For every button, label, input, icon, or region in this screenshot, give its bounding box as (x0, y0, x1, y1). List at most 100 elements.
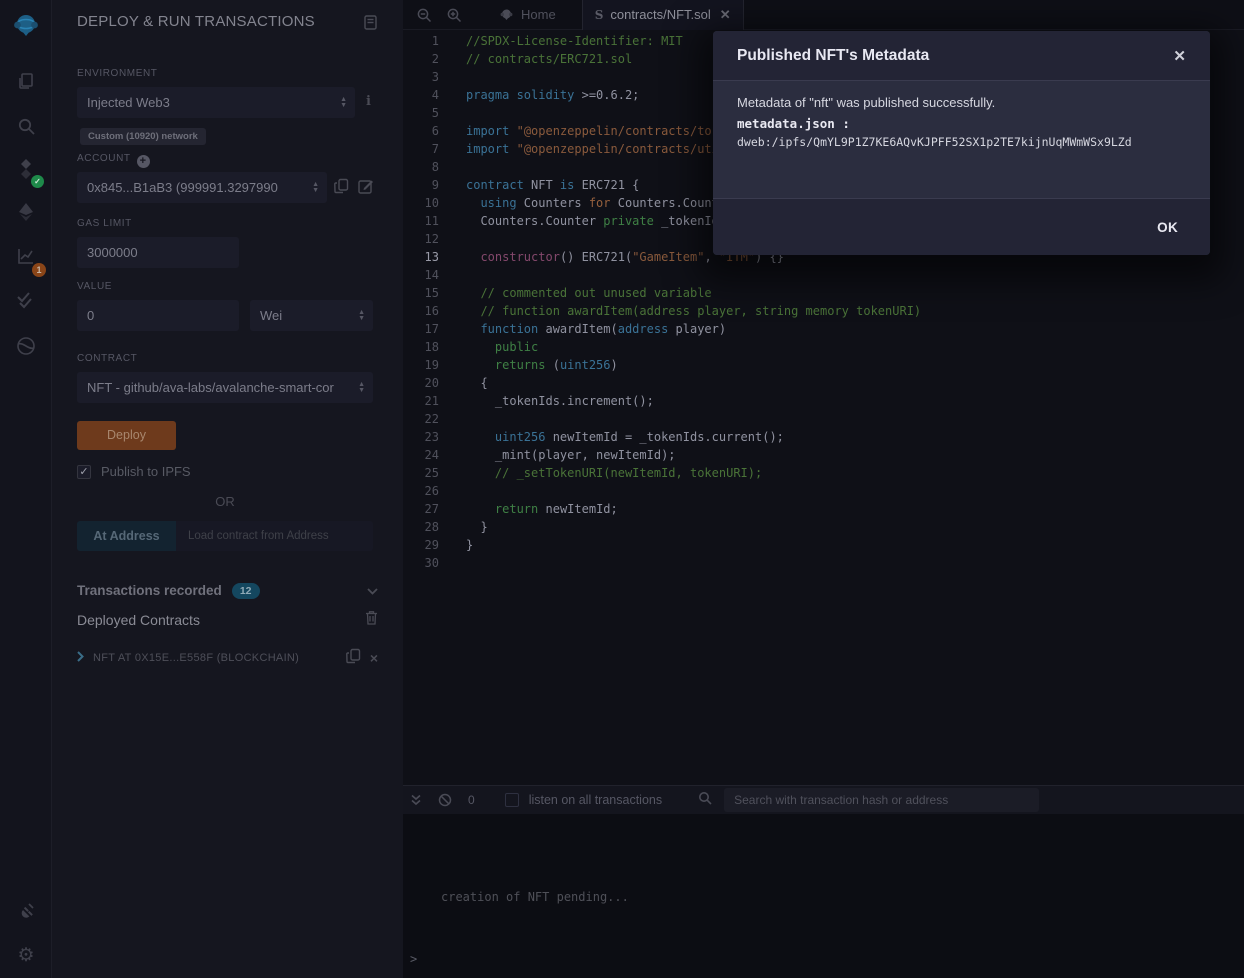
remove-contract-icon[interactable]: × (370, 650, 378, 666)
line-number[interactable]: 7 (403, 140, 455, 158)
trash-icon[interactable] (365, 610, 378, 630)
terminal-output[interactable]: creation of NFT pending... > (403, 814, 1244, 978)
line-number[interactable]: 29 (403, 536, 455, 554)
zoom-out-icon[interactable] (409, 0, 439, 30)
line-number[interactable]: 4 (403, 86, 455, 104)
code-line[interactable]: 18 public (403, 338, 1244, 356)
line-number[interactable]: 30 (403, 554, 455, 572)
code-line[interactable]: 28 } (403, 518, 1244, 536)
listen-all-checkbox[interactable] (505, 793, 519, 807)
deploy-run-icon[interactable] (0, 195, 52, 229)
value-unit-select[interactable]: Wei ▲▼ (250, 300, 373, 331)
line-number[interactable]: 6 (403, 122, 455, 140)
line-number[interactable]: 13 (403, 248, 455, 266)
chevron-down-icon[interactable] (367, 582, 378, 600)
published-metadata-modal: Published NFT's Metadata ✕ Metadata of "… (713, 31, 1210, 255)
expand-chevron-icon[interactable] (77, 649, 84, 667)
account-select[interactable]: 0x845...B1aB3 (999991.3297990 ▲▼ (77, 172, 327, 203)
code-text: // _setTokenURI(newItemId, tokenURI); (455, 464, 762, 482)
line-number[interactable]: 1 (403, 32, 455, 50)
code-text (455, 104, 466, 122)
line-number[interactable]: 2 (403, 50, 455, 68)
value-input[interactable]: 0 (77, 300, 239, 331)
line-number[interactable]: 24 (403, 446, 455, 464)
code-line[interactable]: 30 (403, 554, 1244, 572)
account-label: ACCOUNT+ (77, 153, 150, 168)
modal-ok-button[interactable]: OK (1157, 220, 1178, 235)
modal-close-icon[interactable]: ✕ (1173, 47, 1186, 65)
expand-terminal-icon[interactable] (410, 794, 422, 806)
line-number[interactable]: 20 (403, 374, 455, 392)
line-number[interactable]: 3 (403, 68, 455, 86)
code-line[interactable]: 23 uint256 newItemId = _tokenIds.current… (403, 428, 1244, 446)
line-number[interactable]: 21 (403, 392, 455, 410)
network-badge: Custom (10920) network (80, 128, 206, 145)
tab-home[interactable]: Home (487, 0, 568, 30)
copy-account-icon[interactable] (334, 178, 349, 199)
clear-console-icon[interactable] (438, 793, 452, 807)
code-line[interactable]: 21 _tokenIds.increment(); (403, 392, 1244, 410)
code-line[interactable]: 19 returns (uint256) (403, 356, 1244, 374)
gas-limit-input[interactable]: 3000000 (77, 237, 239, 268)
code-line[interactable]: 17 function awardItem(address player) (403, 320, 1244, 338)
copy-address-icon[interactable] (346, 648, 361, 669)
line-number[interactable]: 16 (403, 302, 455, 320)
code-line[interactable]: 15 // commented out unused variable (403, 284, 1244, 302)
line-number[interactable]: 18 (403, 338, 455, 356)
environment-info-icon[interactable]: i (366, 94, 371, 109)
line-number[interactable]: 19 (403, 356, 455, 374)
environment-select[interactable]: Injected Web3 ▲▼ (77, 87, 355, 118)
code-line[interactable]: 20 { (403, 374, 1244, 392)
transactions-recorded-row[interactable]: Transactions recorded 12 (77, 579, 378, 603)
file-explorer-icon[interactable] (0, 64, 52, 98)
line-number[interactable]: 28 (403, 518, 455, 536)
code-line[interactable]: 26 (403, 482, 1244, 500)
debugger-icon[interactable] (0, 329, 52, 363)
line-number[interactable]: 27 (403, 500, 455, 518)
code-line[interactable]: 16 // function awardItem(address player,… (403, 302, 1244, 320)
line-number[interactable]: 10 (403, 194, 455, 212)
settings-gear-icon[interactable]: ⚙ (0, 938, 52, 972)
close-tab-icon[interactable]: ✕ (720, 7, 731, 23)
publish-ipfs-checkbox[interactable]: ✓ (77, 465, 91, 479)
terminal-search-input[interactable] (724, 788, 1039, 812)
line-number[interactable]: 23 (403, 428, 455, 446)
at-address-button[interactable]: At Address (77, 521, 176, 551)
deployed-contract-item[interactable]: NFT AT 0X15E...E558F (BLOCKCHAIN) × (77, 648, 378, 668)
line-number[interactable]: 5 (403, 104, 455, 122)
line-number[interactable]: 12 (403, 230, 455, 248)
line-number[interactable]: 15 (403, 284, 455, 302)
solidity-compiler-icon[interactable]: ✓ (0, 152, 52, 186)
pending-tx-count: 0 (468, 793, 475, 807)
unit-testing-icon[interactable] (0, 283, 52, 317)
code-line[interactable]: 27 return newItemId; (403, 500, 1244, 518)
line-number[interactable]: 17 (403, 320, 455, 338)
select-arrows-icon: ▲▼ (340, 97, 347, 109)
deploy-button[interactable]: Deploy (77, 421, 176, 450)
line-number[interactable]: 22 (403, 410, 455, 428)
at-address-input[interactable] (176, 521, 373, 551)
sign-message-icon[interactable] (358, 178, 374, 198)
add-account-icon[interactable]: + (137, 155, 150, 168)
contract-select[interactable]: NFT - github/ava-labs/avalanche-smart-co… (77, 372, 373, 403)
documentation-icon[interactable] (364, 15, 377, 35)
line-number[interactable]: 11 (403, 212, 455, 230)
search-icon[interactable] (0, 109, 52, 143)
line-number[interactable]: 25 (403, 464, 455, 482)
code-line[interactable]: 22 (403, 410, 1244, 428)
static-analysis-icon[interactable]: 1 (0, 239, 52, 273)
deployed-contracts-label: Deployed Contracts (77, 612, 200, 628)
code-line[interactable]: 25 // _setTokenURI(newItemId, tokenURI); (403, 464, 1244, 482)
line-number[interactable]: 14 (403, 266, 455, 284)
code-line[interactable]: 29} (403, 536, 1244, 554)
publish-ipfs-row: ✓ Publish to IPFS (77, 464, 191, 479)
remix-logo-icon[interactable] (0, 8, 52, 42)
line-number[interactable]: 26 (403, 482, 455, 500)
line-number[interactable]: 9 (403, 176, 455, 194)
plugin-manager-icon[interactable] (0, 894, 52, 928)
code-line[interactable]: 14 (403, 266, 1244, 284)
line-number[interactable]: 8 (403, 158, 455, 176)
code-line[interactable]: 24 _mint(player, newItemId); (403, 446, 1244, 464)
zoom-in-icon[interactable] (439, 0, 469, 30)
tab-nft-sol[interactable]: S contracts/NFT.sol ✕ (582, 0, 744, 30)
